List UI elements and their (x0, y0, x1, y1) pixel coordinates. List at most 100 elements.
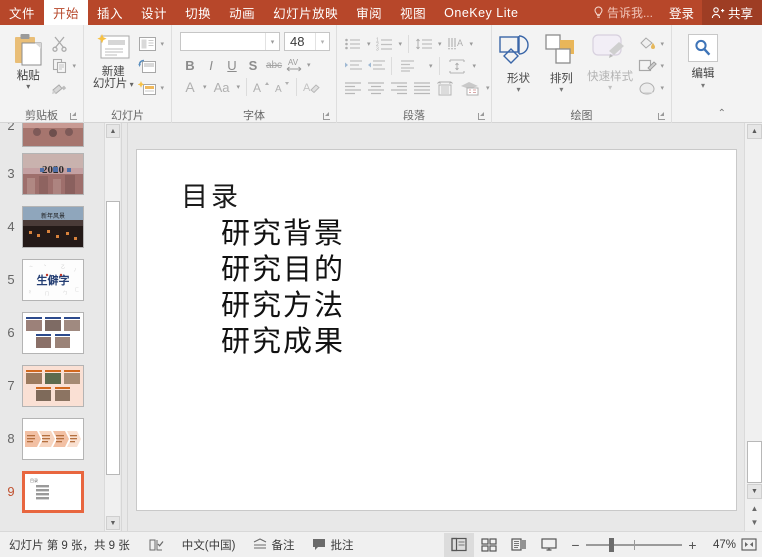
chevron-down-icon[interactable]: ▾ (427, 62, 435, 70)
dialog-launcher-icon[interactable] (69, 112, 78, 121)
chevron-down-icon[interactable]: ▾ (559, 86, 563, 94)
increase-indent-icon[interactable] (365, 56, 387, 76)
chevron-down-icon[interactable]: ▾ (265, 33, 279, 50)
chevron-down-icon[interactable]: ▾ (127, 80, 134, 89)
tab-design[interactable]: 设计 (132, 0, 176, 25)
thumbnail-slide-4[interactable]: 4 新年风景 (0, 200, 104, 253)
zoom-out-button[interactable]: − (570, 537, 581, 553)
current-slide[interactable]: 目录 研究背景 研究目的 研究方法 研究成果 (136, 149, 737, 511)
align-right-icon[interactable] (388, 78, 410, 98)
pane-splitter[interactable] (121, 123, 128, 531)
shape-outline-icon[interactable] (637, 56, 658, 76)
thumbnail-slide-8[interactable]: 8 (0, 412, 104, 465)
chevron-down-icon[interactable]: ▾ (26, 83, 30, 91)
zoom-slider[interactable]: − + (564, 537, 704, 553)
comments-button[interactable]: 批注 (303, 532, 362, 557)
bullets-icon[interactable] (342, 34, 364, 54)
align-center-icon[interactable] (365, 78, 387, 98)
dialog-launcher-icon[interactable] (322, 112, 331, 121)
chevron-down-icon[interactable]: ▾ (158, 84, 166, 92)
tell-me-box[interactable]: 告诉我... (585, 0, 661, 25)
font-size-input[interactable]: 48 ▾ (284, 32, 330, 51)
align-text-icon[interactable] (444, 56, 470, 76)
font-color-button[interactable]: A (180, 77, 200, 97)
fit-to-window-button[interactable] (736, 533, 762, 557)
slide-canvas[interactable]: 目录 研究背景 研究目的 研究方法 研究成果 (128, 123, 744, 531)
chevron-up-icon[interactable]: ⌃ (714, 106, 730, 121)
shape-effects-icon[interactable] (637, 78, 658, 98)
paste-button[interactable]: 粘贴 ▾ (7, 30, 49, 91)
sign-in-button[interactable]: 登录 (661, 0, 702, 25)
tab-review[interactable]: 审阅 (347, 0, 391, 25)
chevron-down-icon[interactable]: ▾ (305, 61, 313, 69)
scroll-down-arrow-icon[interactable]: ▼ (106, 516, 120, 530)
previous-slide-button[interactable]: ▲ (748, 502, 761, 515)
chevron-down-icon[interactable]: ▾ (608, 84, 612, 92)
view-reading[interactable] (504, 533, 534, 557)
edit-button[interactable]: 编辑 ▾ (678, 30, 728, 90)
thumbnail-slide-6[interactable]: 6 (0, 306, 104, 359)
dialog-launcher-icon[interactable] (657, 112, 666, 121)
chevron-down-icon[interactable]: ▾ (436, 40, 444, 48)
thumbnail-slide-5[interactable]: 5 亠 丶 乙丿彳 冂 勹 匚生僻字 (0, 253, 104, 306)
reset-slide-icon[interactable] (137, 56, 158, 76)
chevron-down-icon[interactable]: ▾ (158, 40, 166, 48)
scroll-up-arrow-icon[interactable]: ▲ (106, 124, 120, 138)
zoom-track[interactable] (586, 537, 682, 552)
columns-icon[interactable] (434, 78, 456, 98)
tab-onekey-lite[interactable]: OneKey Lite (435, 0, 527, 25)
chevron-down-icon[interactable]: ▾ (658, 40, 666, 48)
tab-slideshow[interactable]: 幻灯片放映 (264, 0, 347, 25)
justify-icon[interactable] (411, 78, 433, 98)
tab-animations[interactable]: 动画 (220, 0, 264, 25)
tab-insert[interactable]: 插入 (88, 0, 132, 25)
slide-title[interactable]: 目录 (181, 175, 241, 214)
chevron-down-icon[interactable]: ▾ (201, 83, 209, 91)
font-name-input[interactable]: ▾ (180, 32, 280, 51)
canvas-scrollbar[interactable]: ▲ ▼ ▲ ▼ (744, 123, 762, 531)
thumbnail-slide-9[interactable]: 9 目录 (0, 465, 104, 518)
new-slide-button[interactable]: 新建 幻灯片 ▾ (89, 30, 137, 90)
zoom-in-button[interactable]: + (687, 537, 698, 553)
chevron-down-icon[interactable]: ▾ (70, 62, 78, 70)
arrange-button[interactable]: 排列 ▾ (540, 30, 583, 94)
clear-formatting-icon[interactable]: A (301, 77, 321, 97)
chevron-down-icon[interactable]: ▾ (516, 86, 520, 94)
line-spacing-icon[interactable] (413, 34, 435, 54)
scissors-icon[interactable] (49, 34, 70, 54)
strikethrough-button[interactable]: abc (264, 55, 284, 75)
scrollbar-thumb[interactable] (747, 441, 762, 483)
dialog-launcher-icon[interactable] (477, 112, 486, 121)
chevron-down-icon[interactable]: ▾ (468, 40, 476, 48)
text-shadow-button[interactable]: S (243, 55, 263, 75)
text-direction-icon[interactable]: A (445, 34, 467, 54)
convert-smartart-icon[interactable] (457, 78, 483, 98)
scroll-up-arrow-icon[interactable]: ▲ (747, 124, 762, 139)
chevron-down-icon[interactable]: ▾ (484, 84, 492, 92)
bold-button[interactable]: B (180, 55, 200, 75)
decrease-indent-icon[interactable] (342, 56, 364, 76)
chevron-down-icon[interactable]: ▾ (315, 33, 329, 50)
scroll-down-arrow-icon[interactable]: ▼ (747, 484, 762, 499)
chevron-down-icon[interactable]: ▾ (397, 40, 405, 48)
copy-icon[interactable] (49, 56, 70, 76)
slide-layout-icon[interactable] (137, 34, 158, 54)
character-spacing-button[interactable]: AV (285, 55, 304, 75)
thumbnail-slide-7[interactable]: 7 (0, 359, 104, 412)
zoom-percent-label[interactable]: 47% (704, 539, 736, 551)
chevron-down-icon[interactable]: ▾ (365, 40, 373, 48)
zoom-handle[interactable] (609, 537, 614, 552)
decrease-font-size-button[interactable]: A (272, 77, 292, 97)
tab-home[interactable]: 开始 (44, 0, 89, 25)
increase-font-size-button[interactable]: A (251, 77, 271, 97)
share-button[interactable]: 共享 (701, 0, 762, 25)
underline-button[interactable]: U (222, 55, 242, 75)
change-case-button[interactable]: Aa (210, 77, 234, 97)
section-icon[interactable] (137, 78, 158, 98)
chevron-down-icon[interactable]: ▾ (471, 62, 479, 70)
scrollbar-thumb[interactable] (106, 201, 120, 475)
chevron-down-icon[interactable]: ▾ (658, 62, 666, 70)
view-slide-sorter[interactable] (474, 533, 504, 557)
italic-button[interactable]: I (201, 55, 221, 75)
language-status[interactable]: 中文(中国) (173, 532, 245, 557)
